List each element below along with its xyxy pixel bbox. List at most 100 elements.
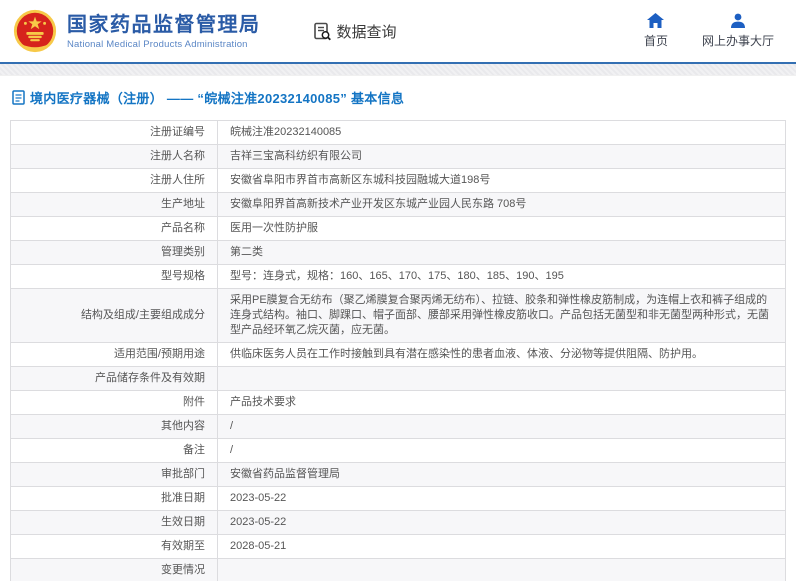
row-label-text: 产品储存条件及有效期 bbox=[95, 372, 205, 384]
info-table-container: 注册证编号 皖械注准20232140085 注册人名称 吉祥三宝高科纺织有限公司… bbox=[0, 118, 796, 581]
row-label-text: 注册人住所 bbox=[150, 174, 205, 186]
row-label-text: 结构及组成/主要组成成分 bbox=[80, 309, 205, 321]
row-value-text: 2023-05-22 bbox=[230, 492, 287, 504]
row-label: 适用范围/预期用途 bbox=[10, 342, 218, 367]
header-shadow-band bbox=[0, 64, 796, 76]
table-row: 适用范围/预期用途 供临床医务人员在工作时接触到具有潜在感染性的患者血液、体液、… bbox=[10, 342, 786, 367]
row-value-text: 吉祥三宝高科纺织有限公司 bbox=[230, 150, 362, 162]
row-value: 2023-05-22 bbox=[217, 510, 786, 535]
row-value: 吉祥三宝高科纺织有限公司 bbox=[217, 144, 786, 169]
table-row: 型号规格 型号：连身式，规格：160、165、170、175、180、185、1… bbox=[10, 264, 786, 289]
row-label: 型号规格 bbox=[10, 264, 218, 289]
data-query-section[interactable]: 数据查询 bbox=[313, 21, 397, 42]
row-value-text: 产品技术要求 bbox=[230, 396, 296, 408]
row-value-text: 安徽阜阳界首高新技术产业开发区东城产业园人民东路 708号 bbox=[230, 198, 527, 210]
user-icon bbox=[730, 13, 745, 28]
row-value-text: 供临床医务人员在工作时接触到具有潜在感染性的患者血液、体液、分泌物等提供阻隔、防… bbox=[230, 348, 703, 360]
nav-home-label: 首页 bbox=[643, 34, 668, 48]
row-value-text: 安徽省阜阳市界首市高新区东城科技园融城大道198号 bbox=[230, 174, 491, 186]
data-query-label: 数据查询 bbox=[336, 23, 397, 41]
row-label: 注册人名称 bbox=[10, 144, 218, 169]
row-value: 采用PE膜复合无纺布（聚乙烯膜复合聚丙烯无纺布）、拉链、胶条和弹性橡皮筋制成，为… bbox=[217, 288, 786, 343]
row-label-text: 审批部门 bbox=[161, 468, 205, 480]
row-label: 注册证编号 bbox=[10, 120, 218, 145]
row-value: 2023-05-22 bbox=[217, 486, 786, 511]
nav-item-home[interactable]: 首页 bbox=[644, 13, 668, 49]
table-row: 备注 / bbox=[10, 438, 786, 463]
row-value-text: 2023-05-22 bbox=[230, 516, 287, 528]
table-row: 有效期至 2028-05-21 bbox=[10, 534, 786, 559]
row-value: / bbox=[217, 414, 786, 439]
table-row: 变更情况 bbox=[10, 558, 786, 581]
row-value: 第二类 bbox=[217, 240, 786, 265]
row-label: 变更情况 bbox=[10, 558, 218, 581]
row-label-text: 型号规格 bbox=[161, 270, 205, 282]
table-row: 生效日期 2023-05-22 bbox=[10, 510, 786, 535]
table-row: 生产地址 安徽阜阳界首高新技术产业开发区东城产业园人民东路 708号 bbox=[10, 192, 786, 217]
table-row: 结构及组成/主要组成成分 采用PE膜复合无纺布（聚乙烯膜复合聚丙烯无纺布）、拉链… bbox=[10, 288, 786, 343]
table-row: 管理类别 第二类 bbox=[10, 240, 786, 265]
row-label: 产品储存条件及有效期 bbox=[10, 366, 218, 391]
page-title: 境内医疗器械（注册） —— “皖械注准20232140085” 基本信息 bbox=[30, 90, 405, 106]
row-value-text: 型号：连身式，规格：160、165、170、175、180、185、190、19… bbox=[230, 270, 564, 282]
row-label-text: 注册人名称 bbox=[150, 150, 205, 162]
row-label-text: 产品名称 bbox=[161, 222, 205, 234]
row-value: 供临床医务人员在工作时接触到具有潜在感染性的患者血液、体液、分泌物等提供阻隔、防… bbox=[217, 342, 786, 367]
header-nav: 首页 网上办事大厅 bbox=[644, 13, 782, 49]
nav-item-service-hall[interactable]: 网上办事大厅 bbox=[702, 13, 774, 49]
row-label-text: 适用范围/预期用途 bbox=[113, 348, 205, 360]
row-value: 型号：连身式，规格：160、165、170、175、180、185、190、19… bbox=[217, 264, 786, 289]
home-icon bbox=[647, 13, 665, 28]
site-title-cn: 国家药品监督管理局 bbox=[67, 13, 261, 36]
row-value bbox=[217, 366, 786, 391]
row-label-text: 管理类别 bbox=[161, 246, 205, 258]
table-row: 注册人名称 吉祥三宝高科纺织有限公司 bbox=[10, 144, 786, 169]
row-label-text: 生效日期 bbox=[161, 516, 205, 528]
row-label: 生产地址 bbox=[10, 192, 218, 217]
table-row: 注册人住所 安徽省阜阳市界首市高新区东城科技园融城大道198号 bbox=[10, 168, 786, 193]
brand-block: 国家药品监督管理局 National Medical Products Admi… bbox=[67, 13, 261, 50]
national-emblem-icon bbox=[13, 9, 57, 53]
table-row: 审批部门 安徽省药品监督管理局 bbox=[10, 462, 786, 487]
row-value-text: 安徽省药品监督管理局 bbox=[230, 468, 340, 480]
table-row: 其他内容 / bbox=[10, 414, 786, 439]
row-value-text: 第二类 bbox=[230, 246, 263, 258]
row-value: 皖械注准20232140085 bbox=[217, 120, 786, 145]
row-value: 安徽阜阳界首高新技术产业开发区东城产业园人民东路 708号 bbox=[217, 192, 786, 217]
row-value: 安徽省阜阳市界首市高新区东城科技园融城大道198号 bbox=[217, 168, 786, 193]
row-label: 产品名称 bbox=[10, 216, 218, 241]
data-query-icon bbox=[313, 22, 331, 40]
row-label: 注册人住所 bbox=[10, 168, 218, 193]
row-label: 附件 bbox=[10, 390, 218, 415]
row-value-text: 医用一次性防护服 bbox=[230, 222, 318, 234]
row-value-text: 2028-05-21 bbox=[230, 540, 287, 552]
row-label: 审批部门 bbox=[10, 462, 218, 487]
row-value bbox=[217, 558, 786, 581]
document-icon bbox=[12, 89, 25, 105]
site-title-en: National Medical Products Administration bbox=[67, 38, 248, 50]
breadcrumb: 境内医疗器械（注册） —— “皖械注准20232140085” 基本信息 bbox=[0, 76, 796, 118]
row-label: 备注 bbox=[10, 438, 218, 463]
site-header: 国家药品监督管理局 National Medical Products Admi… bbox=[0, 0, 796, 62]
table-row: 产品储存条件及有效期 bbox=[10, 366, 786, 391]
row-label-text: 批准日期 bbox=[161, 492, 205, 504]
row-label-text: 有效期至 bbox=[161, 540, 205, 552]
row-label-text: 变更情况 bbox=[161, 564, 205, 576]
row-value-text: / bbox=[230, 444, 234, 456]
info-table: 注册证编号 皖械注准20232140085 注册人名称 吉祥三宝高科纺织有限公司… bbox=[10, 120, 786, 581]
row-label: 批准日期 bbox=[10, 486, 218, 511]
row-value: 医用一次性防护服 bbox=[217, 216, 786, 241]
row-value-text: 采用PE膜复合无纺布（聚乙烯膜复合聚丙烯无纺布）、拉链、胶条和弹性橡皮筋制成，为… bbox=[230, 294, 769, 336]
nav-service-hall-label: 网上办事大厅 bbox=[701, 34, 774, 48]
row-label: 管理类别 bbox=[10, 240, 218, 265]
table-row: 批准日期 2023-05-22 bbox=[10, 486, 786, 511]
row-label-text: 其他内容 bbox=[161, 420, 205, 432]
row-label: 其他内容 bbox=[10, 414, 218, 439]
row-label: 结构及组成/主要组成成分 bbox=[10, 288, 218, 343]
info-table-body: 注册证编号 皖械注准20232140085 注册人名称 吉祥三宝高科纺织有限公司… bbox=[10, 120, 786, 581]
table-row: 注册证编号 皖械注准20232140085 bbox=[10, 120, 786, 145]
table-row: 附件 产品技术要求 bbox=[10, 390, 786, 415]
row-value: 产品技术要求 bbox=[217, 390, 786, 415]
row-label-text: 附件 bbox=[183, 396, 205, 408]
row-value-text: 皖械注准20232140085 bbox=[230, 126, 342, 138]
